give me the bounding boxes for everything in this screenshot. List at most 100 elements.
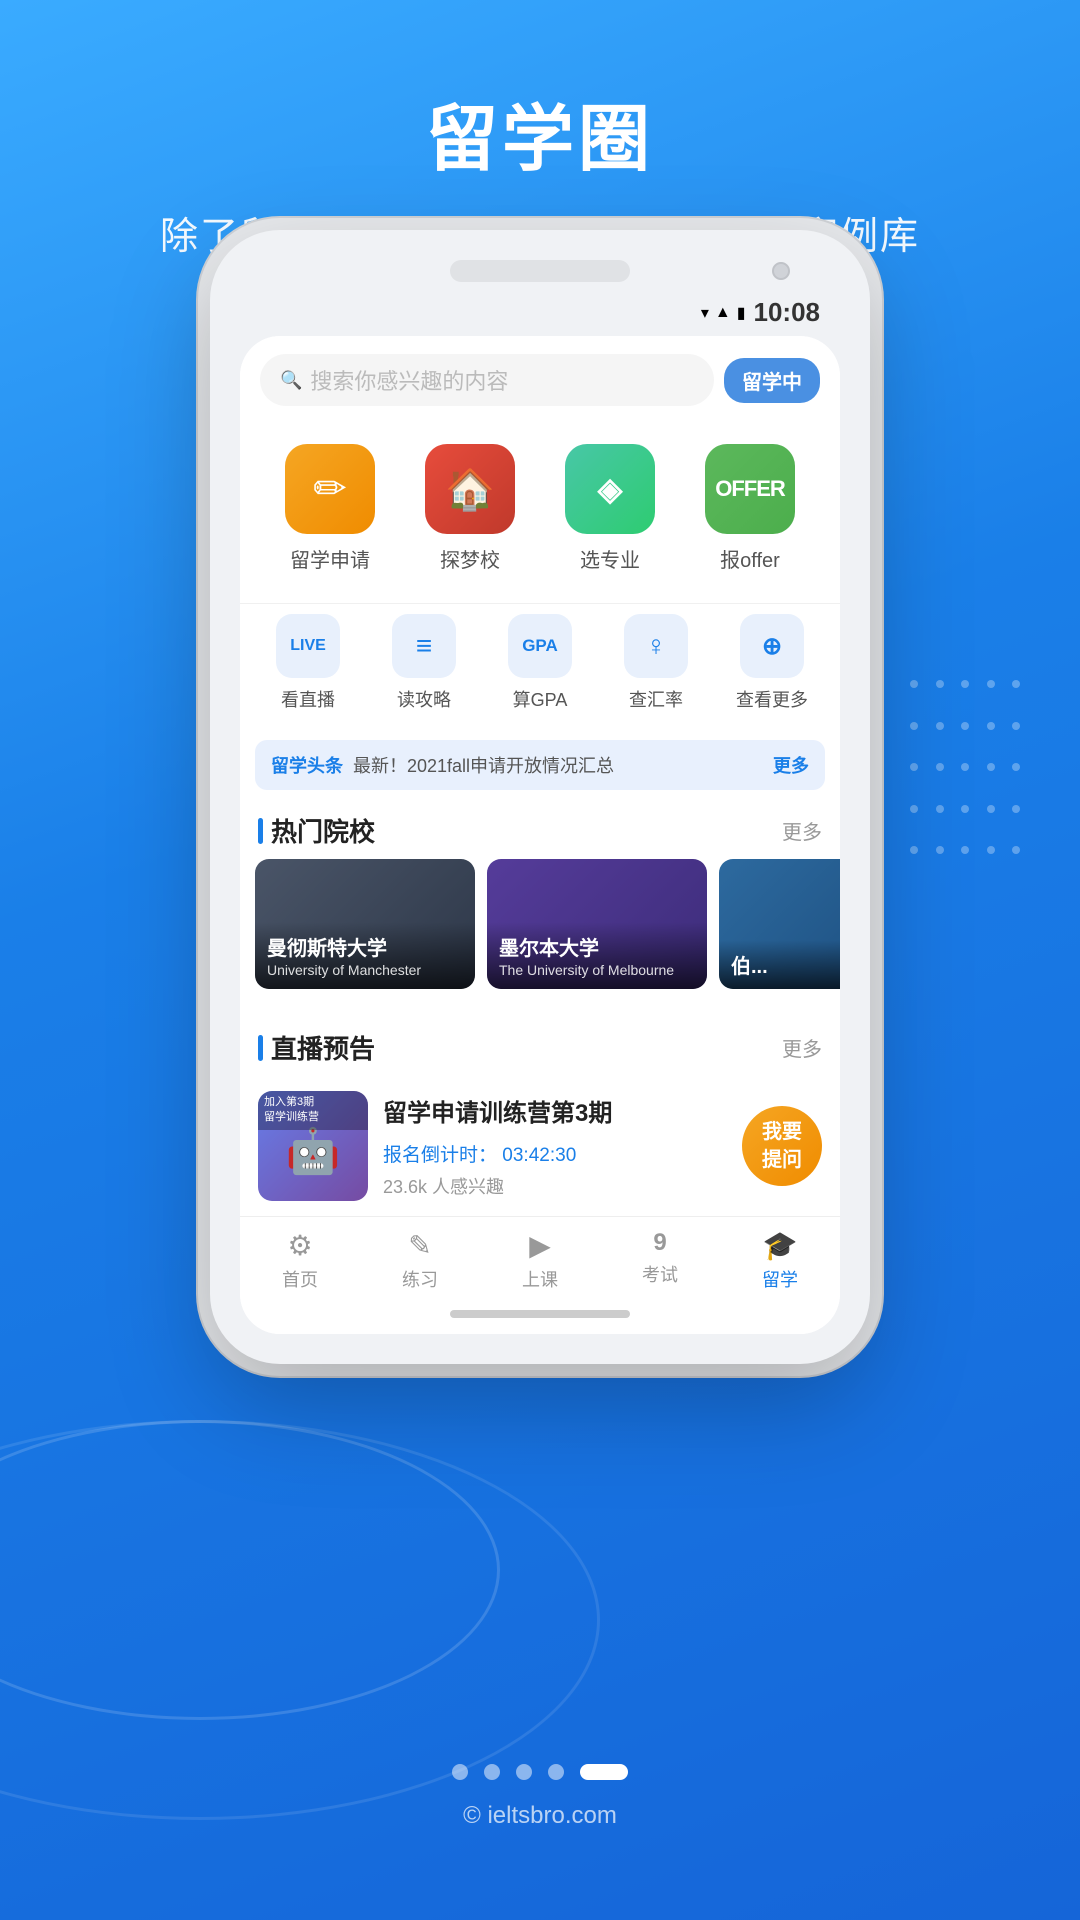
uni-card-manchester[interactable]: 曼彻斯特大学 University of Manchester — [255, 859, 475, 989]
manchester-name-cn: 曼彻斯特大学 — [267, 932, 463, 961]
hot-schools-more[interactable]: 更多 — [782, 816, 822, 845]
page-title: 留学圈 — [0, 80, 1080, 185]
live-card[interactable]: 加入第3期留学训练营 🤖 留学申请训练营第3期 报名倒计时： 03:42:30 … — [240, 1076, 840, 1216]
explore-school-icon: 🏠 — [425, 444, 515, 534]
more-icon: ⊕ — [740, 614, 804, 678]
choose-major-label: 选专业 — [580, 544, 640, 573]
bg-decoration — [0, 1420, 500, 1720]
hot-schools-title: 热门院校 — [258, 812, 375, 849]
melbourne-name-en: The University of Melbourne — [499, 961, 695, 979]
dot-2[interactable] — [484, 1764, 500, 1780]
gpa-label: 算GPA — [513, 686, 568, 712]
icon-report-offer[interactable]: OFFER 报offer — [680, 434, 820, 583]
status-bar: ▾ ▲ ▮ 10:08 — [240, 297, 840, 336]
live-interest: 23.6k 人感兴趣 — [383, 1173, 727, 1199]
live-info: 留学申请训练营第3期 报名倒计时： 03:42:30 23.6k 人感兴趣 — [383, 1093, 727, 1199]
live-icon: LIVE — [276, 614, 340, 678]
live-title: 留学申请训练营第3期 — [383, 1093, 727, 1128]
phone-screen: 🔍 搜索你感兴趣的内容 留学中 ✏ 留学申请 🏠 探梦校 ◈ 选专业 — [240, 336, 840, 1334]
melbourne-content: 墨尔本大学 The University of Melbourne — [487, 922, 707, 989]
icon-explore-school[interactable]: 🏠 探梦校 — [400, 434, 540, 583]
report-offer-label: 报offer — [720, 544, 780, 573]
more-label: 查看更多 — [736, 686, 808, 712]
phone-notch — [450, 260, 630, 282]
guide-label: 读攻略 — [397, 686, 451, 712]
nav-home[interactable]: ⚙ 首页 — [240, 1229, 360, 1292]
sec-icon-exchange[interactable]: ♀ 查汇率 — [598, 614, 714, 712]
manchester-name-en: University of Manchester — [267, 961, 463, 979]
study-icon: 🎓 — [763, 1229, 798, 1262]
dot-4[interactable] — [548, 1764, 564, 1780]
uni-card-melbourne[interactable]: 墨尔本大学 The University of Melbourne — [487, 859, 707, 989]
choose-major-icon: ◈ — [565, 444, 655, 534]
dot-pattern — [910, 680, 1030, 880]
news-ticker[interactable]: 留学头条 最新！2021fall申请开放情况汇总 更多 — [255, 740, 825, 790]
university-cards: 曼彻斯特大学 University of Manchester 墨尔本大学 Th… — [240, 859, 840, 1007]
phone-top — [240, 260, 840, 282]
study-abroad-label: 留学申请 — [290, 544, 370, 573]
pagination-dots — [0, 1724, 1080, 1800]
guide-icon: ≡ — [392, 614, 456, 678]
search-placeholder: 搜索你感兴趣的内容 — [310, 364, 508, 396]
manchester-content: 曼彻斯特大学 University of Manchester — [255, 922, 475, 989]
nav-exam[interactable]: 9 考试 — [600, 1229, 720, 1292]
dot-3[interactable] — [516, 1764, 532, 1780]
icon-choose-major[interactable]: ◈ 选专业 — [540, 434, 680, 583]
phone-camera — [772, 262, 790, 280]
countdown-value: 03:42:30 — [502, 1145, 576, 1166]
gpa-icon: GPA — [508, 614, 572, 678]
signal-icon: ▲ — [715, 304, 731, 322]
sec-icon-live[interactable]: LIVE 看直播 — [250, 614, 366, 712]
home-label: 首页 — [282, 1266, 318, 1292]
hot-schools-header: 热门院校 更多 — [240, 798, 840, 859]
exchange-icon: ♀ — [624, 614, 688, 678]
countdown-label: 报名倒计时： — [383, 1145, 497, 1166]
search-input[interactable]: 🔍 搜索你感兴趣的内容 — [260, 354, 714, 406]
news-more[interactable]: 更多 — [773, 752, 809, 778]
class-icon: ▶ — [529, 1229, 551, 1262]
class-label: 上课 — [522, 1266, 558, 1292]
live-mascot: 🤖 — [286, 1125, 341, 1177]
exchange-label: 查汇率 — [629, 686, 683, 712]
livestream-more[interactable]: 更多 — [782, 1033, 822, 1062]
nav-practice[interactable]: ✎ 练习 — [360, 1229, 480, 1292]
phone-frame: ▾ ▲ ▮ 10:08 🔍 搜索你感兴趣的内容 留学中 ✏ 留学申请 — [210, 230, 870, 1364]
main-icons-grid: ✏ 留学申请 🏠 探梦校 ◈ 选专业 OFFER 报offer — [240, 424, 840, 603]
dot-5-active[interactable] — [580, 1764, 628, 1780]
search-badge[interactable]: 留学中 — [724, 358, 820, 403]
status-time: 10:08 — [754, 297, 821, 328]
live-cta-button[interactable]: 我要 提问 — [742, 1106, 822, 1186]
uni-card-third[interactable]: 伯... — [719, 859, 840, 989]
news-tag: 留学头条 — [271, 752, 343, 778]
status-icons: ▾ ▲ ▮ — [701, 303, 746, 323]
bottom-navigation: ⚙ 首页 ✎ 练习 ▶ 上课 9 考试 🎓 留学 — [240, 1216, 840, 1300]
explore-school-label: 探梦校 — [440, 544, 500, 573]
live-countdown: 报名倒计时： 03:42:30 — [383, 1140, 727, 1167]
report-offer-icon: OFFER — [705, 444, 795, 534]
third-content: 伯... — [719, 940, 840, 989]
nav-class[interactable]: ▶ 上课 — [480, 1229, 600, 1292]
icon-study-abroad[interactable]: ✏ 留学申请 — [260, 434, 400, 583]
exam-label: 考试 — [642, 1261, 678, 1287]
page-header: 留学圈 除了留学交流群，还有问答、直播、案例库 — [0, 0, 1080, 260]
sec-icon-gpa[interactable]: GPA 算GPA — [482, 614, 598, 712]
third-name-cn: 伯... — [731, 950, 840, 979]
livestream-header: 直播预告 更多 — [240, 1015, 840, 1076]
nav-study-abroad[interactable]: 🎓 留学 — [720, 1229, 840, 1292]
live-thumbnail: 加入第3期留学训练营 🤖 — [258, 1091, 368, 1201]
wifi-icon: ▾ — [701, 303, 709, 323]
dot-1[interactable] — [452, 1764, 468, 1780]
copyright: © ieltsbro.com — [0, 1802, 1080, 1870]
copyright-text: © ieltsbro.com — [463, 1802, 617, 1829]
sec-icon-more[interactable]: ⊕ 查看更多 — [714, 614, 830, 712]
live-label: 看直播 — [281, 686, 335, 712]
phone-mockup: ▾ ▲ ▮ 10:08 🔍 搜索你感兴趣的内容 留学中 ✏ 留学申请 — [210, 230, 870, 1364]
livestream-title: 直播预告 — [258, 1029, 375, 1066]
news-text: 最新！2021fall申请开放情况汇总 — [353, 752, 763, 778]
sec-icon-guide[interactable]: ≡ 读攻略 — [366, 614, 482, 712]
melbourne-name-cn: 墨尔本大学 — [499, 932, 695, 961]
search-icon: 🔍 — [280, 370, 302, 391]
exam-icon: 9 — [653, 1229, 666, 1257]
practice-icon: ✎ — [408, 1229, 431, 1262]
secondary-icons-grid: LIVE 看直播 ≡ 读攻略 GPA 算GPA ♀ 查汇率 ⊕ 查看更多 — [240, 603, 840, 732]
